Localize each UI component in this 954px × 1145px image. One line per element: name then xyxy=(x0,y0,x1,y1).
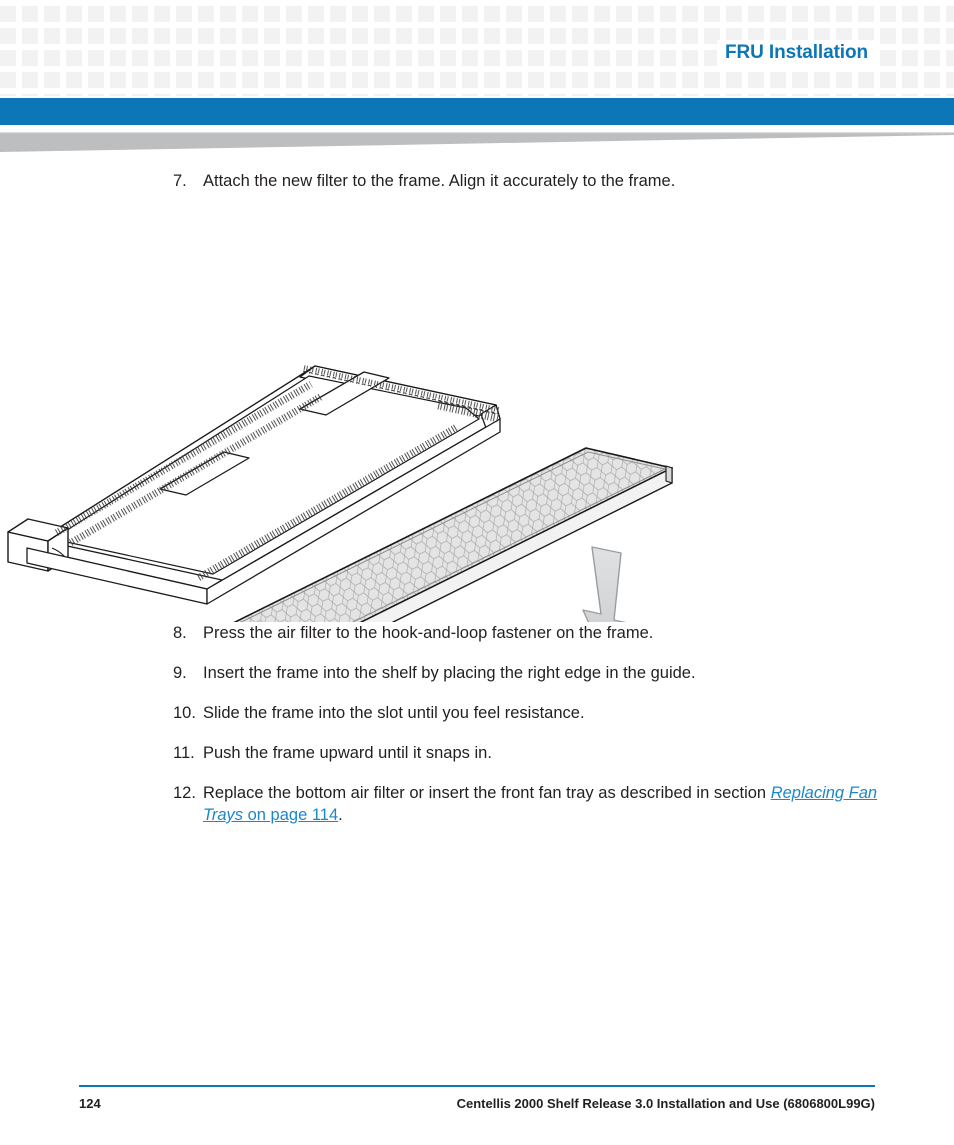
step-item-12: 12. Replace the bottom air filter or ins… xyxy=(0,782,954,826)
filter-frame-assembly xyxy=(7,365,673,622)
footer-document-title: Centellis 2000 Shelf Release 3.0 Install… xyxy=(456,1096,875,1111)
document-page: FRU Installation 7. Attach the new filte… xyxy=(0,0,954,1145)
step-item-7: 7. Attach the new filter to the frame. A… xyxy=(0,170,954,192)
step-item-9: 9. Insert the frame into the shelf by pl… xyxy=(0,662,954,684)
header-accent-bar xyxy=(0,98,954,125)
step-number: 11. xyxy=(173,744,195,762)
step-text: Insert the frame into the shelf by placi… xyxy=(203,664,696,682)
header-gray-wedge xyxy=(0,132,954,152)
step-item-11: 11. Push the frame upward until it snaps… xyxy=(0,742,954,764)
footer-page-number: 124 xyxy=(79,1096,101,1111)
insertion-arrow-right xyxy=(582,546,627,622)
cross-reference-link-page[interactable]: on page 114 xyxy=(243,806,339,824)
step-text: Slide the frame into the slot until you … xyxy=(203,704,585,722)
step-text-tail: . xyxy=(338,806,343,824)
step-number: 12. xyxy=(173,784,196,802)
footer-rule xyxy=(79,1085,875,1087)
step-item-8: 8. Press the air filter to the hook-and-… xyxy=(0,622,954,644)
step-text-lead: Replace the bottom air filter or insert … xyxy=(203,784,771,802)
page-footer: 124 Centellis 2000 Shelf Release 3.0 Ins… xyxy=(0,1096,954,1120)
figure-filter-installation xyxy=(0,192,954,622)
step-text: Push the frame upward until it snaps in. xyxy=(203,744,492,762)
page-content: 7. Attach the new filter to the frame. A… xyxy=(0,170,954,826)
page-header: FRU Installation xyxy=(0,0,954,96)
step-text: Attach the new filter to the frame. Alig… xyxy=(203,172,676,190)
step-number: 8. xyxy=(173,624,187,642)
step-number: 7. xyxy=(173,172,187,190)
step-item-10: 10. Slide the frame into the slot until … xyxy=(0,702,954,724)
figure-illustration xyxy=(7,365,673,622)
step-number: 10. xyxy=(173,704,196,722)
step-text: Press the air filter to the hook-and-loo… xyxy=(203,624,654,642)
step-number: 9. xyxy=(173,664,187,682)
step-text: Replace the bottom air filter or insert … xyxy=(203,782,923,826)
page-title: FRU Installation xyxy=(716,40,874,66)
